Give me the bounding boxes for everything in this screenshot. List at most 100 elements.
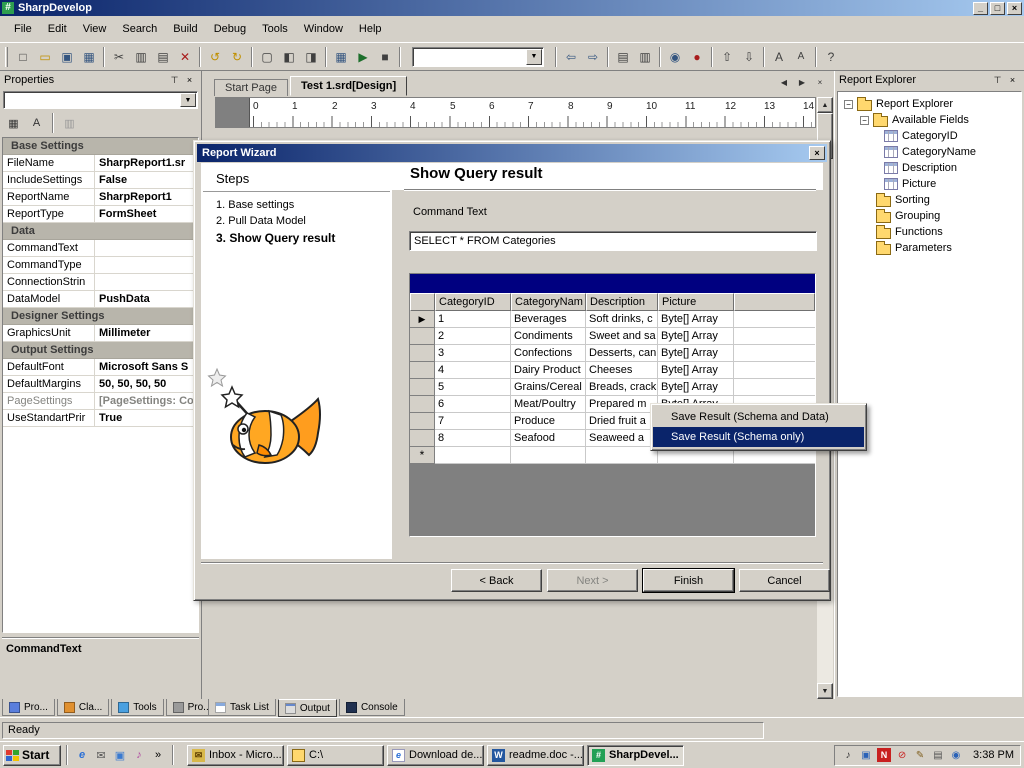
new-row-selector[interactable]: *: [410, 447, 435, 464]
panel-close-icon[interactable]: ×: [182, 73, 197, 87]
tree-node-available-fields[interactable]: − Available Fields: [838, 112, 1021, 128]
column-header-description[interactable]: Description: [586, 293, 658, 311]
column-header-categoryname[interactable]: CategoryNam: [511, 293, 586, 311]
menu-search[interactable]: Search: [114, 20, 165, 38]
web-icon[interactable]: ◉: [664, 46, 686, 67]
volume-icon[interactable]: ♪: [841, 748, 855, 762]
tab-test1-design[interactable]: Test 1.srd[Design]: [290, 76, 407, 96]
scroll-down-icon[interactable]: ▼: [817, 683, 833, 699]
property-row[interactable]: ReportNameSharpReport1: [3, 189, 198, 206]
property-row[interactable]: DefaultMargins50, 50, 50, 50: [3, 376, 198, 393]
cut-icon[interactable]: ✂: [108, 46, 130, 67]
tree-node-grouping[interactable]: Grouping: [838, 208, 1021, 224]
menu-view[interactable]: View: [75, 20, 115, 38]
object-selector-combobox[interactable]: ▼: [3, 91, 198, 109]
property-row[interactable]: PageSettings[PageSettings: Colo: [3, 393, 198, 410]
chevron-down-icon[interactable]: ▼: [526, 49, 542, 65]
property-row[interactable]: FileNameSharpReport1.sr: [3, 155, 198, 172]
chevron-down-icon[interactable]: ▼: [180, 93, 196, 107]
property-row[interactable]: CommandType: [3, 257, 198, 274]
menu-tools[interactable]: Tools: [254, 20, 296, 38]
tab-scroll-right-icon[interactable]: ▶: [794, 75, 810, 90]
font-increase-icon[interactable]: A: [768, 46, 790, 67]
outlook-icon[interactable]: ✉: [92, 746, 110, 764]
show-desktop-icon[interactable]: ▣: [111, 746, 129, 764]
property-category[interactable]: Designer Settings: [3, 308, 198, 325]
tab-task-list[interactable]: Task List: [208, 699, 276, 716]
cancel-button[interactable]: Cancel: [739, 569, 830, 592]
menu-file[interactable]: File: [6, 20, 40, 38]
delete-icon[interactable]: ✕: [174, 46, 196, 67]
property-row[interactable]: IncludeSettingsFalse: [3, 172, 198, 189]
property-row[interactable]: CommandText: [3, 240, 198, 257]
maximize-button[interactable]: □: [990, 2, 1005, 15]
column-header-categoryid[interactable]: CategoryID: [435, 293, 511, 311]
wizard-close-icon[interactable]: ×: [809, 146, 825, 160]
property-pages-icon[interactable]: ▥: [59, 114, 80, 133]
minimize-button[interactable]: _: [973, 2, 988, 15]
alphabetical-icon[interactable]: A: [26, 114, 47, 133]
scroll-up-icon[interactable]: ▲: [817, 97, 833, 113]
row-selector[interactable]: [410, 413, 435, 430]
tab-output[interactable]: Output: [278, 699, 337, 717]
tab-start-page[interactable]: Start Page: [214, 79, 288, 96]
split-window-icon[interactable]: ◧: [278, 46, 300, 67]
display-icon[interactable]: ◉: [949, 748, 963, 762]
redo-icon[interactable]: ↻: [226, 46, 248, 67]
next-button[interactable]: Next >: [547, 569, 638, 592]
tree-node-categoryname[interactable]: CategoryName: [838, 144, 1021, 160]
tab-close-icon[interactable]: ×: [812, 75, 828, 90]
column-header-picture[interactable]: Picture: [658, 293, 734, 311]
tile-window-icon[interactable]: ◨: [300, 46, 322, 67]
row-selector[interactable]: [410, 345, 435, 362]
antivirus-icon[interactable]: N: [877, 748, 891, 762]
property-category[interactable]: Data: [3, 223, 198, 240]
open-file-icon[interactable]: ▭: [34, 46, 56, 67]
command-text-input[interactable]: [409, 231, 817, 251]
tab-tools[interactable]: Tools: [111, 699, 163, 716]
finish-button[interactable]: Finish: [643, 569, 734, 592]
menu-window[interactable]: Window: [296, 20, 351, 38]
property-row[interactable]: UseStandartPrirTrue: [3, 410, 198, 427]
categorized-icon[interactable]: ▦: [3, 114, 24, 133]
panel-close-icon[interactable]: ×: [1005, 73, 1020, 87]
task-download[interactable]: eDownload de...: [387, 745, 484, 766]
property-row[interactable]: ReportTypeFormSheet: [3, 206, 198, 223]
keyboard-icon[interactable]: ▤: [931, 748, 945, 762]
menu-build[interactable]: Build: [165, 20, 205, 38]
row-selector[interactable]: [410, 328, 435, 345]
close-button[interactable]: ×: [1007, 2, 1022, 15]
navigate-forward-icon[interactable]: ⇨: [582, 46, 604, 67]
tab-properties[interactable]: Pro...: [2, 699, 55, 716]
row-selector[interactable]: [410, 396, 435, 413]
collapse-icon[interactable]: −: [844, 100, 853, 109]
row-selector[interactable]: [410, 430, 435, 447]
tree-node-description[interactable]: Description: [838, 160, 1021, 176]
ie-icon[interactable]: e: [73, 746, 91, 764]
toolbar-combobox[interactable]: ▼: [412, 47, 544, 67]
network-icon[interactable]: ▣: [859, 748, 873, 762]
pin-icon[interactable]: ⊤: [990, 73, 1005, 87]
move-up-icon[interactable]: ⇧: [716, 46, 738, 67]
property-row[interactable]: DefaultFontMicrosoft Sans S: [3, 359, 198, 376]
tree-node-categoryid[interactable]: CategoryID: [838, 128, 1021, 144]
stop-icon[interactable]: ■: [374, 46, 396, 67]
task-c-drive[interactable]: C:\: [287, 745, 384, 766]
tab-console[interactable]: Console: [339, 699, 405, 716]
back-button[interactable]: < Back: [451, 569, 542, 592]
new-file-icon[interactable]: □: [12, 46, 34, 67]
copy-icon[interactable]: ▥: [130, 46, 152, 67]
paste-icon[interactable]: ▤: [152, 46, 174, 67]
task-readme-doc[interactable]: Wreadme.doc -...: [487, 745, 584, 766]
run-icon[interactable]: ▶: [352, 46, 374, 67]
font-decrease-icon[interactable]: A: [790, 46, 812, 67]
tree-node-sorting[interactable]: Sorting: [838, 192, 1021, 208]
table-row[interactable]: 2CondimentsSweet and saByte[] Array: [410, 328, 815, 345]
property-row[interactable]: ConnectionStrin: [3, 274, 198, 291]
document-icon[interactable]: ▤: [612, 46, 634, 67]
toolbar-grip[interactable]: [5, 47, 8, 67]
undo-icon[interactable]: ↺: [204, 46, 226, 67]
menu-item-save-schema-only[interactable]: Save Result (Schema only): [653, 427, 864, 447]
blocked-icon[interactable]: ⊘: [895, 748, 909, 762]
tree-node-picture[interactable]: Picture: [838, 176, 1021, 192]
